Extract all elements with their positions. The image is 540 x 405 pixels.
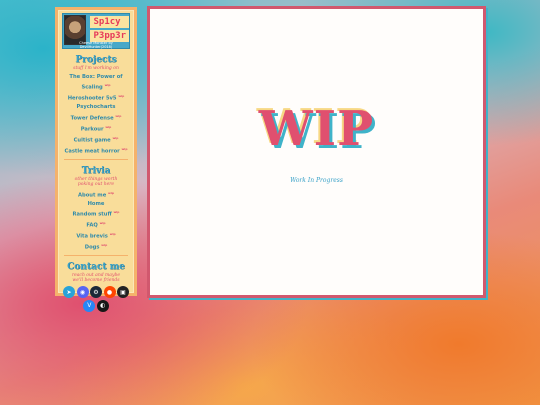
trivia-link-label: About me (78, 192, 107, 199)
wip-badge: wip (112, 135, 119, 140)
wip-badge: wip (109, 232, 116, 237)
project-link[interactable]: Heroshooter 5v5 wip (62, 92, 130, 103)
trivia-link[interactable]: Dogs wip (62, 241, 130, 252)
wip-badge: wip (118, 94, 125, 99)
contact-icons: ➤ ◉ ⚙ ● ▣ V ◐ (62, 286, 130, 312)
trivia-link-label: FAQ (86, 222, 98, 229)
project-link-label: Psychocharts (76, 104, 116, 111)
trivia-link[interactable]: Vita brevis wip (62, 230, 130, 241)
wip-badge: wip (115, 113, 122, 118)
wip-badge: wip (105, 124, 112, 129)
divider (64, 255, 128, 257)
divider (64, 158, 128, 160)
project-link-label: Castle meat horror (64, 148, 120, 155)
sidebar: Sp1cy P3pp3r Cheese Monster by DevilHunt… (55, 7, 137, 312)
project-link[interactable]: Tower Defense wip (62, 112, 130, 123)
itch-icon[interactable]: ▣ (117, 286, 129, 299)
projects-subtitle: stuff i'm working on (73, 66, 119, 71)
project-link-label: Cultist game (73, 137, 111, 144)
steam-icon[interactable]: ⚙ (90, 286, 102, 299)
site-header: Sp1cy P3pp3r Cheese Monster by DevilHunt… (62, 13, 130, 49)
trivia-link-label: Home (87, 200, 105, 207)
project-link[interactable]: Psychocharts (62, 103, 130, 111)
project-link-label: Parkour (80, 126, 104, 133)
wip-badge: wip (99, 221, 106, 226)
avatar-credit: Cheese Monster by DevilHunter(2018) (79, 41, 113, 49)
projects-heading: Projects (75, 55, 117, 65)
discord-icon[interactable]: ◉ (76, 286, 89, 299)
site-title-line1: Sp1cy (90, 16, 129, 28)
wip-badge: wip (113, 210, 120, 215)
contact-subtitle: reach out and maybe we'll become friends (71, 273, 121, 284)
project-link[interactable]: Castle meat horror wip (62, 145, 130, 156)
trivia-heading: Trivia (81, 165, 111, 176)
contact-heading: Contact me (67, 262, 125, 273)
wip-subtitle: Work In Progress (290, 177, 343, 184)
trivia-link[interactable]: About me wip (62, 189, 130, 200)
trivia-link-label: Random stuff (72, 211, 112, 218)
wip-heading: WIP (258, 101, 375, 157)
telegram-icon[interactable]: ➤ (63, 286, 75, 299)
trivia-link[interactable]: FAQ wip (62, 219, 130, 230)
trivia-link-label: Dogs (84, 244, 100, 251)
vk-icon[interactable]: V (83, 299, 96, 312)
trivia-subtitle: other things worth poking out here (74, 176, 118, 187)
main-content: WIP Work In Progress (147, 6, 486, 298)
project-link-label: Tower Defense (70, 115, 114, 122)
reddit-icon[interactable]: ● (103, 286, 116, 299)
project-link-label: The Box: Power of Scaling (69, 74, 123, 92)
projects-list: The Box: Power of Scaling wip Heroshooter… (62, 73, 130, 156)
project-link-label: Heroshooter 5v5 (67, 96, 117, 103)
trivia-list: About me wip Home Random stuff wip FAQ wip V… (62, 189, 130, 252)
trivia-link[interactable]: Home (62, 200, 130, 208)
wip-badge: wip (104, 83, 111, 88)
project-link[interactable]: Cultist game wip (62, 134, 130, 145)
trivia-link[interactable]: Random stuff wip (62, 208, 130, 219)
wip-badge: wip (108, 190, 114, 195)
project-link[interactable]: The Box: Power of Scaling wip (62, 73, 130, 92)
wip-badge: wip (101, 243, 108, 248)
wip-badge: wip (121, 146, 128, 151)
github-icon[interactable]: ◐ (96, 299, 109, 312)
project-link[interactable]: Parkour wip (62, 123, 130, 134)
trivia-link-label: Vita brevis (76, 233, 108, 240)
